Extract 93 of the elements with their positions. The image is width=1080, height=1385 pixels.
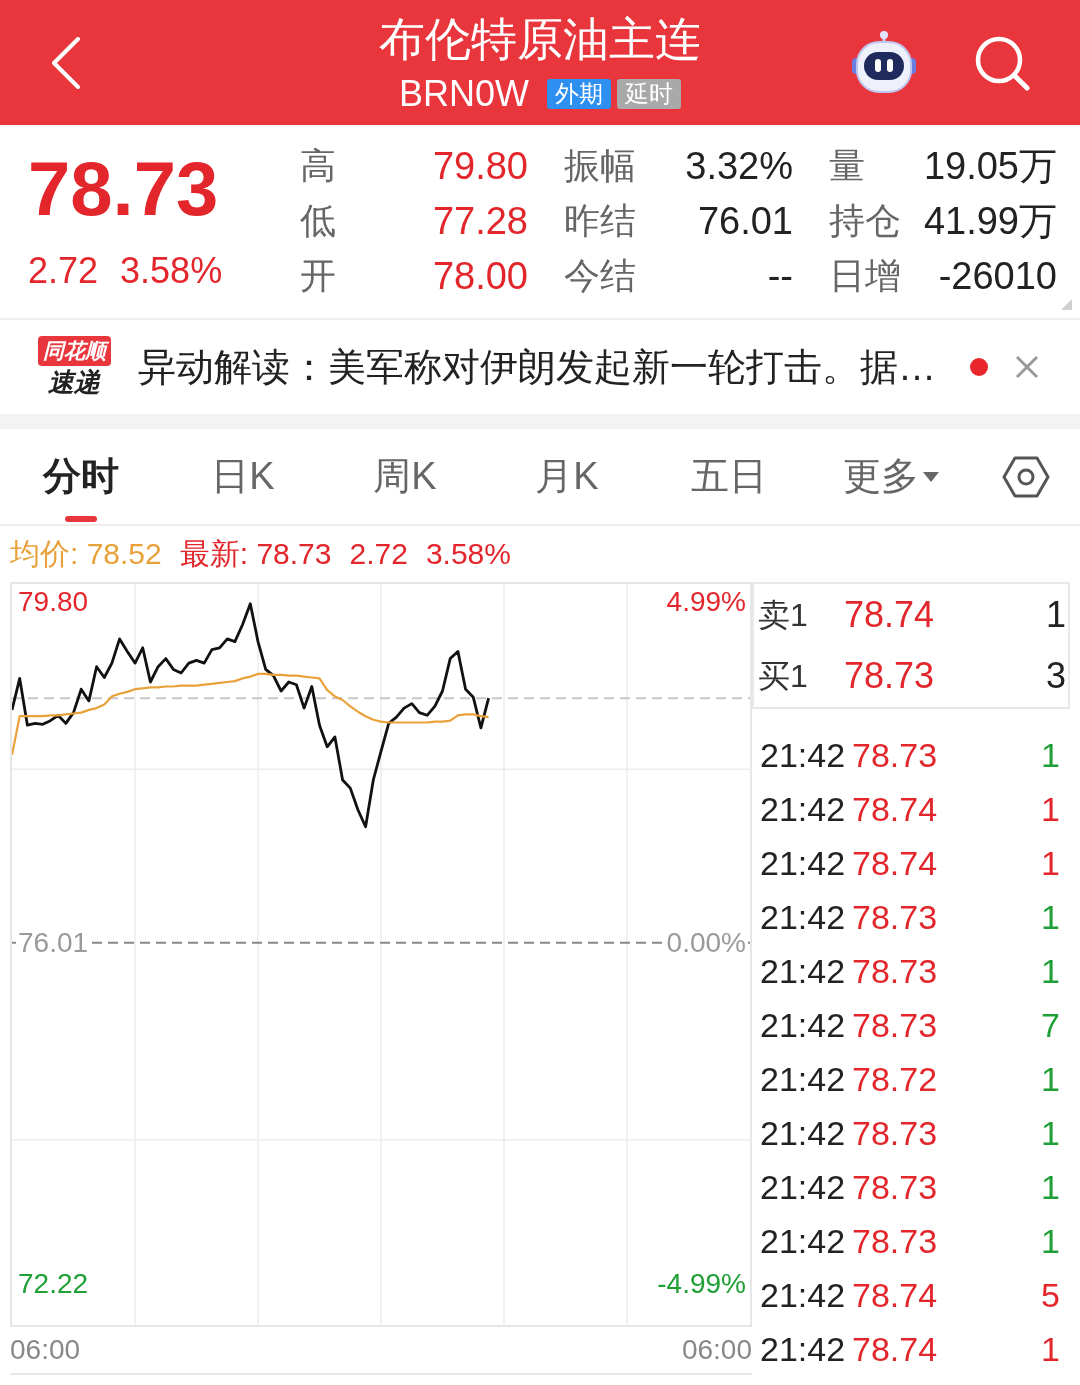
- trade-time: 21:42: [760, 735, 847, 775]
- trade-volume: 1: [1041, 1221, 1060, 1261]
- chart-info-text: 最新: 78.73: [179, 536, 332, 572]
- robot-icon: [851, 29, 917, 96]
- chart-info-text: 2.72: [349, 536, 408, 572]
- trade-time: 21:42: [760, 951, 847, 991]
- trade-price: 78.72: [852, 1059, 938, 1099]
- caret-icon: [923, 471, 939, 482]
- order-level-label: 卖1: [758, 595, 809, 635]
- stat-label: 今结: [564, 254, 636, 297]
- trade-time: 21:42: [760, 1005, 847, 1045]
- stat-value: 76.01: [697, 198, 793, 243]
- last-price: 78.73: [28, 149, 220, 229]
- stat-label: 低: [300, 199, 336, 242]
- stat-value: --: [767, 253, 793, 298]
- stat-value: 19.05万: [923, 143, 1057, 188]
- trade-time: 21:42: [760, 897, 847, 937]
- stat-value: -26010: [938, 253, 1057, 298]
- price-change: 2.72: [28, 251, 99, 291]
- logo-text: 速递: [48, 366, 100, 398]
- trade-volume: 1: [1041, 789, 1060, 829]
- order-price: 78.73: [844, 655, 935, 698]
- chart-info-text: 均价: 78.52: [10, 536, 162, 572]
- trade-time: 21:42: [760, 1113, 847, 1153]
- trade-volume: 7: [1041, 1005, 1060, 1045]
- stat-value: 77.28: [432, 198, 528, 243]
- chart-tab[interactable]: 周K: [324, 429, 486, 524]
- symbol-code: BRN0W: [399, 73, 529, 114]
- chart-tab[interactable]: 五日: [648, 429, 810, 524]
- trade-time: 21:42: [760, 789, 847, 829]
- trade-volume: 1: [1041, 951, 1060, 991]
- settings-icon: [1002, 454, 1050, 499]
- stat-label: 日增: [829, 254, 901, 297]
- trade-price: 78.73: [852, 1113, 938, 1153]
- stat-value: 79.80: [432, 143, 528, 188]
- trade-volume: 1: [1041, 843, 1060, 883]
- search-icon: [974, 34, 1030, 91]
- logo-tag: 同花顺: [37, 336, 111, 366]
- order-volume: 3: [1045, 655, 1066, 698]
- trade-volume: 1: [1041, 1113, 1060, 1153]
- chart-tab[interactable]: 日K: [162, 429, 324, 524]
- trade-price: 78.73: [852, 1167, 938, 1207]
- order-level-label: 买1: [758, 657, 809, 697]
- trade-volume: 1: [1041, 1167, 1060, 1207]
- market-badge: 外期: [547, 78, 611, 109]
- percent-change: 3.58%: [120, 251, 223, 291]
- trade-time: 21:42: [760, 1167, 847, 1207]
- trade-price: 78.73: [852, 1221, 938, 1261]
- chart-tab[interactable]: 更多: [810, 429, 972, 524]
- trade-volume: 1: [1041, 1059, 1060, 1099]
- news-headline[interactable]: 异动解读：美军称对伊朗发起新一轮打击。据…: [138, 344, 936, 390]
- stat-label: 振幅: [564, 144, 636, 187]
- close-button[interactable]: [1014, 354, 1040, 380]
- trade-volume: 5: [1041, 1275, 1060, 1315]
- page-title: 布伦特原油主连: [379, 11, 701, 66]
- trade-time: 21:42: [760, 1221, 847, 1261]
- back-icon: [51, 36, 81, 89]
- time-axis-label: 06:00: [681, 1334, 752, 1366]
- market-badge: 延时: [617, 78, 681, 109]
- order-volume: 1: [1045, 593, 1066, 636]
- close-icon: [1015, 355, 1039, 379]
- stat-value: 3.32%: [685, 143, 793, 188]
- trade-time: 21:42: [760, 1275, 847, 1315]
- trade-price: 78.73: [852, 1005, 938, 1045]
- stat-value: 41.99万: [923, 198, 1057, 243]
- trade-price: 78.73: [852, 951, 938, 991]
- trade-volume: 1: [1041, 897, 1060, 937]
- trade-price: 78.73: [852, 735, 938, 775]
- stat-label: 昨结: [564, 199, 636, 242]
- assistant-button[interactable]: [851, 29, 917, 96]
- settings-button[interactable]: [1002, 454, 1050, 499]
- search-button[interactable]: [974, 34, 1030, 91]
- trade-time: 21:42: [760, 1329, 847, 1369]
- trade-price: 78.73: [852, 897, 938, 937]
- chart-tab[interactable]: 月K: [486, 429, 648, 524]
- chart-tab[interactable]: 分时: [0, 429, 162, 524]
- trade-time: 21:42: [760, 843, 847, 883]
- trade-price: 78.74: [852, 789, 938, 829]
- trade-time: 21:42: [760, 1059, 847, 1099]
- stat-label: 量: [829, 144, 865, 187]
- stat-label: 开: [300, 254, 336, 297]
- order-price: 78.74: [844, 593, 935, 636]
- stat-label: 高: [300, 144, 336, 187]
- trade-price: 78.74: [852, 843, 938, 883]
- trade-volume: 1: [1041, 1329, 1060, 1369]
- stat-value: 78.00: [432, 253, 528, 298]
- trade-price: 78.74: [852, 1275, 938, 1315]
- trade-volume: 1: [1041, 735, 1060, 775]
- stat-label: 持仓: [829, 199, 901, 242]
- corner-triangle-icon: [1061, 299, 1072, 310]
- time-axis-label: 06:00: [10, 1334, 81, 1366]
- trade-price: 78.74: [852, 1329, 938, 1369]
- chart-info-text: 3.58%: [425, 536, 511, 572]
